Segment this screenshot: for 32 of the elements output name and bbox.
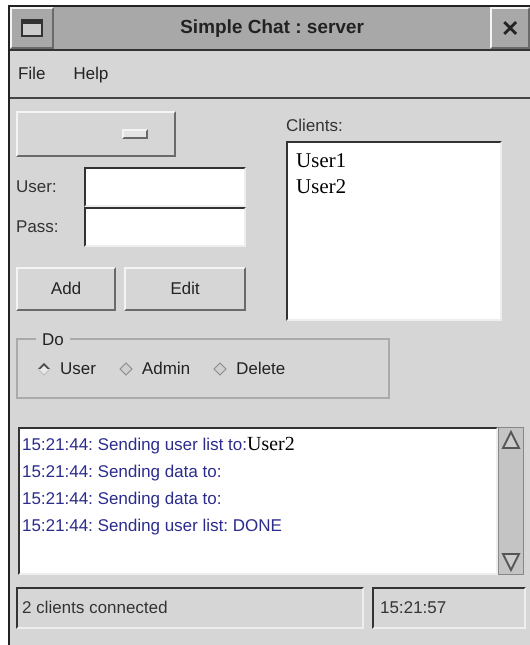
window-icon: [21, 19, 43, 37]
log-line: 15:21:44: Sending data to:: [22, 460, 222, 482]
menu-item[interactable]: File: [18, 61, 46, 87]
client-item[interactable]: User1: [296, 146, 346, 172]
edit-button[interactable]: Edit: [124, 267, 246, 311]
status-time: 15:21:57: [372, 586, 526, 628]
scroll-up-icon[interactable]: [499, 428, 523, 452]
window-title: Simple Chat : server: [179, 16, 365, 40]
clients-label: Clients:: [286, 115, 344, 137]
scrollbar[interactable]: [498, 426, 524, 574]
add-button[interactable]: Add: [16, 267, 116, 311]
radio-option[interactable]: Delete: [212, 356, 286, 382]
radio-off-icon: [212, 360, 228, 377]
pass-label: Pass:: [16, 216, 60, 238]
log-line: 15:21:44: Sending user list to:User2: [22, 432, 296, 456]
client-item[interactable]: User2: [296, 172, 346, 198]
radio-option[interactable]: User: [36, 356, 96, 382]
log-line: 15:21:44: Sending user list: DONE: [22, 514, 283, 536]
pass-field[interactable]: [84, 207, 246, 247]
user-label: User:: [16, 176, 58, 198]
radio-on-icon: [36, 360, 52, 377]
do-label: Do: [41, 328, 65, 350]
indicator-icon: [122, 129, 148, 139]
close-button[interactable]: ✕: [490, 7, 530, 49]
radio-option[interactable]: Admin: [118, 356, 190, 382]
log-line: 15:21:44: Sending data to:: [22, 488, 222, 510]
radio-off-icon: [118, 360, 134, 377]
user-field[interactable]: [84, 167, 246, 207]
window-menu-button[interactable]: [10, 7, 54, 49]
menu-item[interactable]: Help: [73, 61, 108, 87]
status-message: 2 clients connected: [16, 586, 364, 628]
dropdown-button[interactable]: [16, 111, 176, 157]
